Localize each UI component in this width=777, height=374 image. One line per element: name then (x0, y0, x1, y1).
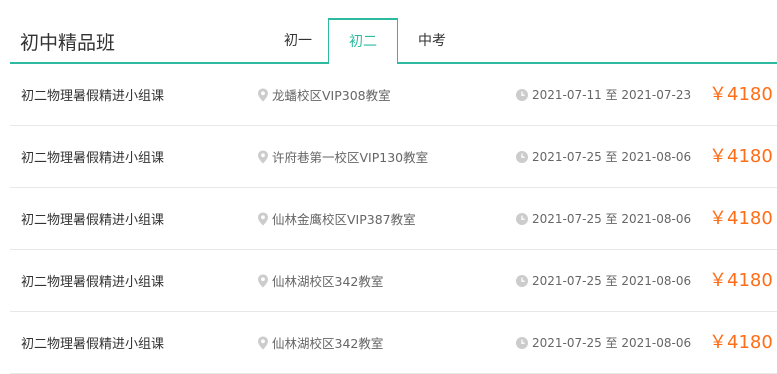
location-text: 龙蟠校区VIP308教室 (272, 88, 391, 103)
map-pin-icon (258, 336, 268, 350)
list-item[interactable]: 初二物理暑假精进小组课 龙蟠校区VIP308教室 2021-07-11 至 20… (10, 64, 777, 126)
course-name: 初二物理暑假精进小组课 (21, 213, 165, 228)
list-item[interactable]: 初二物理暑假精进小组课 仙林湖校区342教室 2021-07-25 至 2021… (10, 312, 777, 374)
course-price: ￥4180 (709, 270, 773, 291)
location-text: 许府巷第一校区VIP130教室 (272, 150, 429, 165)
tab-zhongkao[interactable]: 中考 (400, 20, 464, 62)
date-text: 2021-07-25 至 2021-08-06 (532, 150, 692, 164)
course-name: 初二物理暑假精进小组课 (21, 275, 165, 290)
page-title: 初中精品班 (20, 32, 116, 54)
map-pin-icon (258, 88, 268, 102)
course-location: 仙林湖校区342教室 (257, 271, 383, 290)
map-pin-icon (258, 212, 268, 226)
map-pin-icon (258, 150, 268, 164)
location-text: 仙林金鹰校区VIP387教室 (272, 212, 416, 227)
date-text: 2021-07-25 至 2021-08-06 (532, 212, 692, 226)
course-location: 仙林湖校区342教室 (257, 333, 383, 352)
course-header: 初中精品班 初一 初二 中考 (10, 18, 777, 64)
course-date: 2021-07-25 至 2021-08-06 (516, 334, 691, 351)
course-list: 初二物理暑假精进小组课 龙蟠校区VIP308教室 2021-07-11 至 20… (10, 64, 777, 374)
clock-icon (516, 151, 528, 163)
course-price: ￥4180 (709, 332, 773, 353)
list-item[interactable]: 初二物理暑假精进小组课 许府巷第一校区VIP130教室 2021-07-25 至… (10, 126, 777, 188)
location-text: 仙林湖校区342教室 (272, 336, 384, 351)
course-date: 2021-07-25 至 2021-08-06 (516, 210, 691, 227)
course-price: ￥4180 (709, 146, 773, 167)
tab-grade-2[interactable]: 初二 (328, 18, 398, 64)
course-name: 初二物理暑假精进小组课 (21, 89, 165, 104)
date-text: 2021-07-25 至 2021-08-06 (532, 336, 692, 350)
course-location: 仙林金鹰校区VIP387教室 (257, 209, 416, 228)
list-item[interactable]: 初二物理暑假精进小组课 仙林湖校区342教室 2021-07-25 至 2021… (10, 250, 777, 312)
clock-icon (516, 213, 528, 225)
course-date: 2021-07-25 至 2021-08-06 (516, 148, 691, 165)
tab-grade-1[interactable]: 初一 (266, 20, 330, 62)
course-name: 初二物理暑假精进小组课 (21, 151, 165, 166)
location-text: 仙林湖校区342教室 (272, 274, 384, 289)
course-date: 2021-07-25 至 2021-08-06 (516, 272, 691, 289)
list-item[interactable]: 初二物理暑假精进小组课 仙林金鹰校区VIP387教室 2021-07-25 至 … (10, 188, 777, 250)
clock-icon (516, 275, 528, 287)
course-location: 龙蟠校区VIP308教室 (257, 85, 391, 104)
course-name: 初二物理暑假精进小组课 (21, 337, 165, 352)
course-date: 2021-07-11 至 2021-07-23 (516, 86, 691, 103)
date-text: 2021-07-11 至 2021-07-23 (532, 88, 692, 102)
course-price: ￥4180 (709, 208, 773, 229)
clock-icon (516, 337, 528, 349)
course-price: ￥4180 (709, 84, 773, 105)
date-text: 2021-07-25 至 2021-08-06 (532, 274, 692, 288)
clock-icon (516, 89, 528, 101)
course-location: 许府巷第一校区VIP130教室 (257, 147, 428, 166)
map-pin-icon (258, 274, 268, 288)
